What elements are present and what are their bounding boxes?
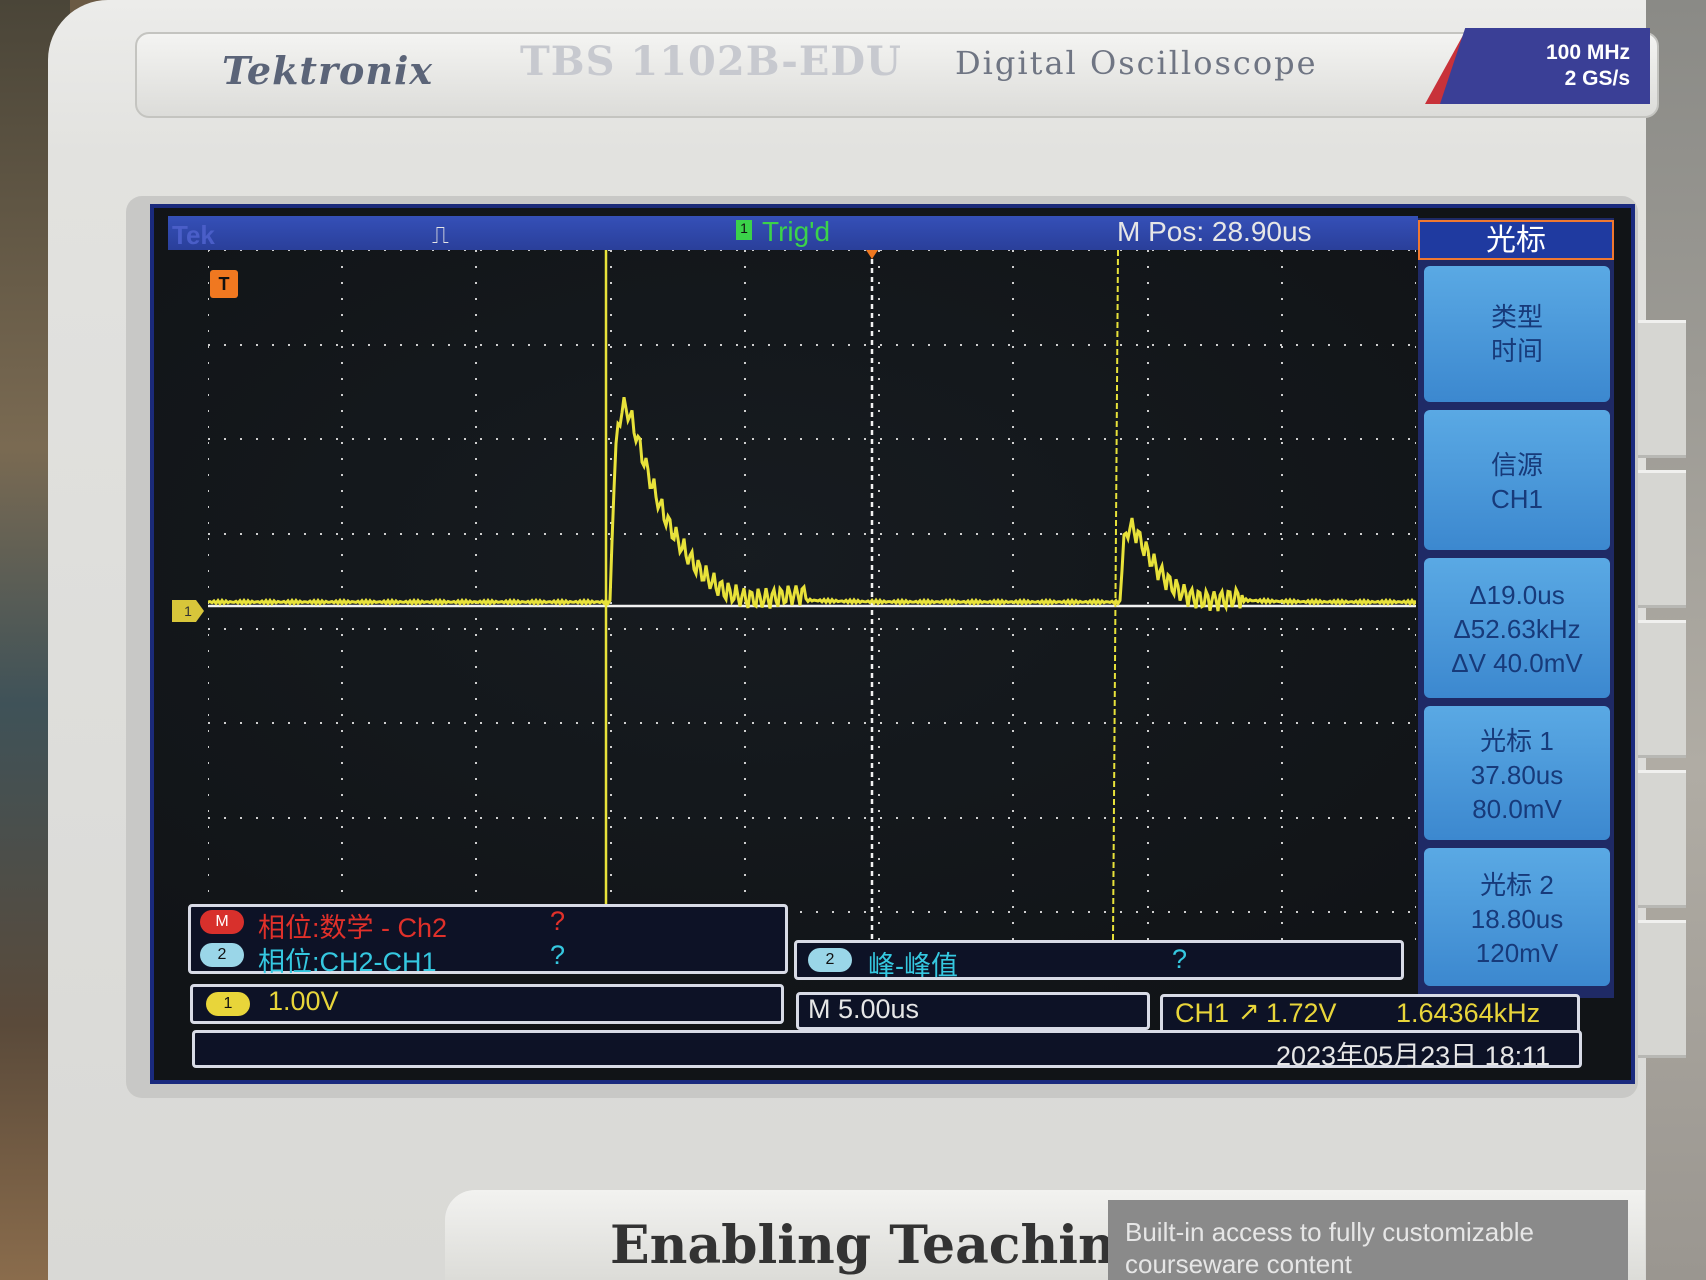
spec-bandwidth: 100 MHz	[1545, 41, 1630, 64]
cursor1-label: 光标 1	[1480, 726, 1554, 756]
delta-time: Δ19.0us	[1469, 580, 1565, 610]
menu-button-source[interactable]: 信源 CH1	[1424, 410, 1610, 550]
menu-button-delta[interactable]: Δ19.0us Δ52.63kHz ΔV 40.0mV	[1424, 558, 1610, 698]
cursor1-voltage: 80.0mV	[1472, 794, 1562, 824]
trigger-level: 1.72V	[1266, 998, 1337, 1028]
trigger-status: Trig'd	[762, 216, 831, 247]
ch1-chip: 1	[206, 992, 250, 1016]
hw-button-4[interactable]	[1638, 770, 1686, 908]
menu-button-type-label: 类型	[1490, 302, 1543, 332]
trigger-channel-box: 1	[736, 220, 752, 240]
graticule	[208, 250, 1416, 940]
menu-button-cursor2[interactable]: 光标 2 18.80us 120mV	[1424, 848, 1610, 986]
pk-chip: 2	[808, 948, 852, 972]
courseware-line-2: courseware content	[1125, 1249, 1352, 1279]
acquire-run-icon: ⎍	[432, 222, 449, 249]
timebase: M 5.00us	[808, 994, 920, 1024]
peak-peak-value: ?	[1172, 944, 1188, 974]
menu-button-type-value: 时间	[1490, 336, 1543, 366]
trigger-position-marker	[866, 250, 878, 259]
device-description: Digital Oscilloscope	[955, 44, 1318, 82]
courseware-line-1: Built-in access to fully customizable	[1125, 1217, 1534, 1247]
trigger-source: CH1	[1175, 998, 1230, 1028]
cursor2-label: 光标 2	[1480, 870, 1554, 900]
menu-button-source-value: CH1	[1490, 484, 1543, 514]
delta-voltage: ΔV 40.0mV	[1451, 648, 1583, 678]
horizontal-position: M Pos: 28.90us	[1117, 216, 1312, 247]
trigger-level-marker: T	[210, 270, 238, 298]
math-chip: M	[200, 910, 244, 934]
cursor2-voltage: 120mV	[1475, 938, 1559, 968]
cursor-2-line[interactable]	[1112, 250, 1119, 940]
ch1-volts-per-div: 1.00V	[268, 986, 339, 1016]
model-name: TBS 1102B-EDU	[520, 38, 902, 85]
menu-button-cursor1[interactable]: 光标 1 37.80us 80.0mV	[1424, 706, 1610, 840]
tek-label: Tek	[172, 220, 215, 250]
trigger-frequency: 1.64364kHz	[1396, 998, 1541, 1028]
cursor2-time: 18.80us	[1470, 904, 1564, 934]
ch2-phase-value: ?	[550, 940, 566, 970]
spec-sample-rate: 2 GS/s	[1564, 67, 1630, 90]
lower-title: Enabling Teaching	[610, 1215, 1153, 1276]
brand-logo: Tektronix	[222, 48, 434, 93]
ch2-chip: 2	[200, 943, 244, 967]
ch2-phase-label: 相位:CH2-CH1	[258, 947, 437, 977]
cursor1-time: 37.80us	[1470, 760, 1564, 790]
menu-button-type[interactable]: 类型 时间	[1424, 266, 1610, 402]
hw-button-1[interactable]	[1638, 320, 1686, 458]
menu-button-source-label: 信源	[1490, 450, 1543, 480]
courseware-description: Built-in access to fully customizable co…	[1125, 1216, 1625, 1280]
peak-peak-label: 峰-峰值	[868, 951, 958, 981]
math-phase-value: ?	[550, 906, 566, 936]
rising-edge-icon: ↗	[1238, 996, 1260, 1026]
channel1-trace	[208, 396, 1416, 613]
hw-button-5[interactable]	[1638, 920, 1686, 1058]
menu-title: 光标	[1418, 220, 1614, 260]
delta-frequency: Δ52.63kHz	[1453, 614, 1581, 644]
datetime: 2023年05月23日 18:11	[1276, 1041, 1551, 1071]
hw-button-2[interactable]	[1638, 470, 1686, 608]
spec-text: 100 MHz 2 GS/s	[1510, 40, 1630, 92]
hw-button-3[interactable]	[1638, 620, 1686, 758]
